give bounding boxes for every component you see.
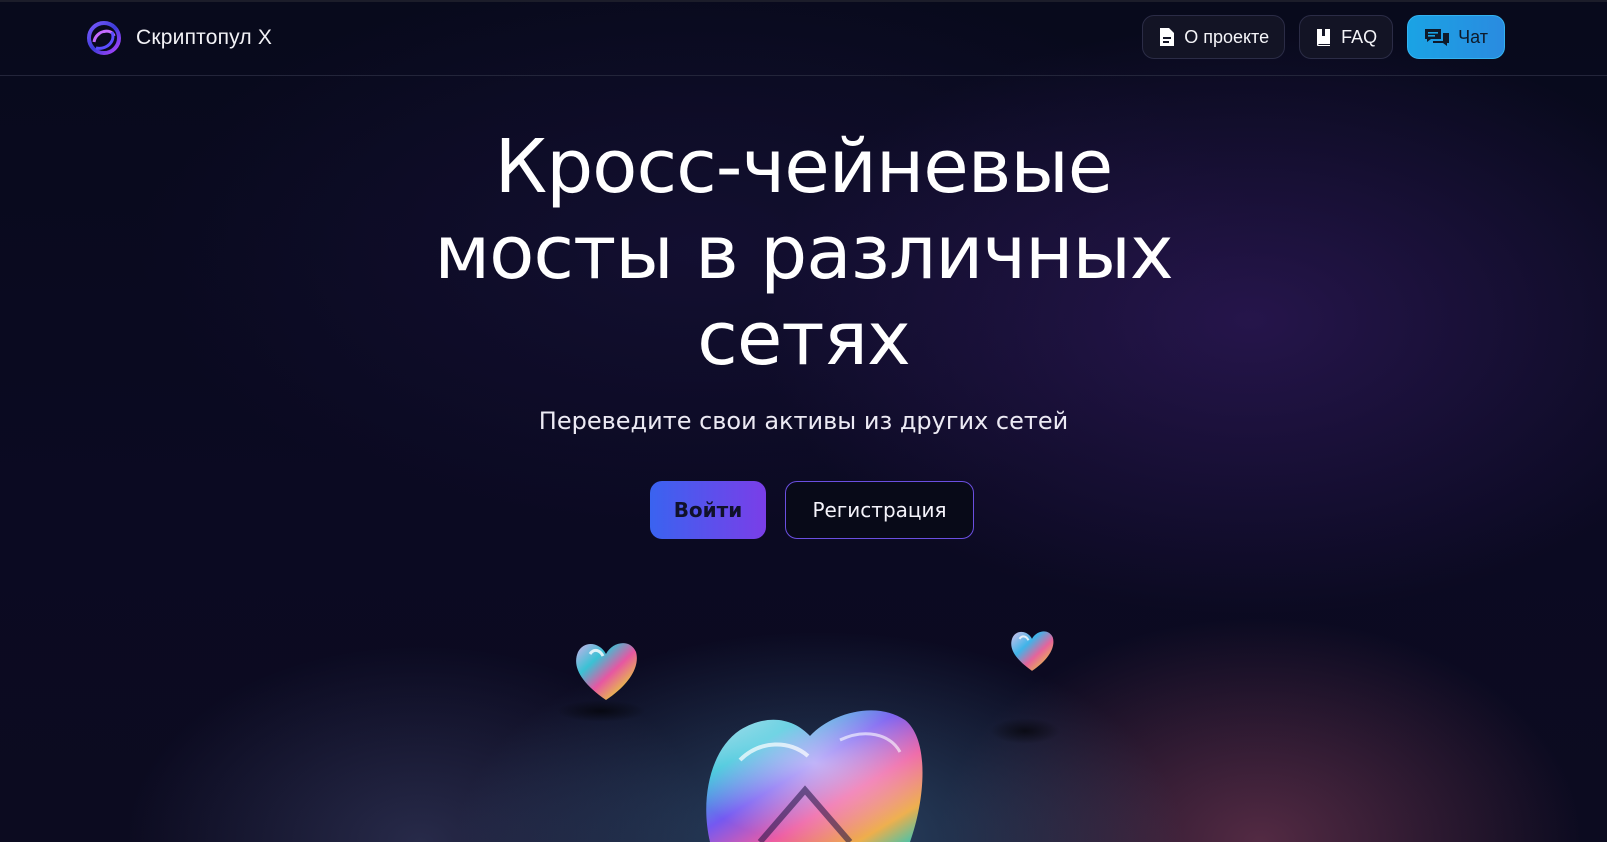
faq-button[interactable]: FAQ <box>1299 15 1394 59</box>
hero-title: Кросс-чейневые мосты в различных сетях <box>0 124 1607 382</box>
hero-title-line3: сетях <box>697 296 911 382</box>
brand[interactable]: Скриптопул X <box>86 20 272 56</box>
book-icon <box>1317 29 1331 46</box>
chat-button[interactable]: Чат <box>1407 15 1505 59</box>
chat-label: Чат <box>1458 26 1488 47</box>
about-button[interactable]: О проекте <box>1142 15 1286 59</box>
landing-page: Скриптопул X О проекте FAQ Чат Кросс-чей… <box>0 0 1607 842</box>
login-button[interactable]: Войти <box>650 481 766 539</box>
register-button[interactable]: Регистрация <box>785 481 974 539</box>
hero-subtitle: Переведите свои активы из других сетей <box>538 407 1069 435</box>
about-label: О проекте <box>1184 26 1270 47</box>
top-nav: О проекте FAQ Чат <box>1142 15 1505 59</box>
brand-name: Скриптопул X <box>136 26 273 49</box>
heart-shadow <box>990 718 1060 744</box>
chat-bubbles-icon <box>1425 29 1450 46</box>
faq-label: FAQ <box>1341 26 1378 47</box>
glass-heart-large <box>706 710 923 842</box>
hero-title-line1: Кросс-чейневые <box>494 124 1114 210</box>
glass-heart-small-right <box>1011 631 1054 671</box>
hero-title-line2: мосты в различных <box>434 210 1173 296</box>
swirl-logo-icon <box>87 21 121 55</box>
site-header: Скриптопул X О проекте FAQ Чат <box>0 2 1607 76</box>
glass-heart-small-left <box>576 643 637 700</box>
document-icon <box>1160 28 1175 46</box>
